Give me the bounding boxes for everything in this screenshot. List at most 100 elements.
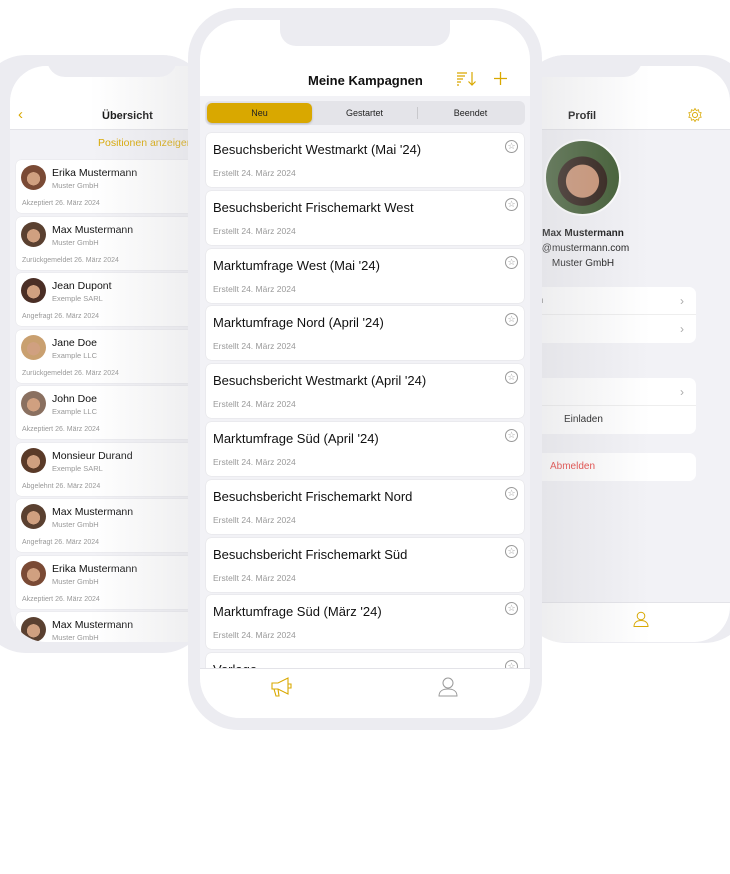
campaign-card[interactable]: Marktumfrage Süd (April '24) Erstellt 24…	[206, 422, 524, 476]
tab-bar	[530, 602, 730, 642]
avatar	[21, 221, 46, 247]
overview-screen: ‹ Übersicht Positionen anzeigen Erika Mu…	[10, 66, 208, 642]
campaign-date: Erstellt 24. März 2024	[213, 457, 296, 467]
segment-beendet[interactable]: Beendet	[418, 103, 523, 123]
favorite-star-icon[interactable]: ☆	[505, 313, 518, 327]
avatar	[21, 617, 46, 642]
participant-status: Angefragt 26. März 2024	[22, 313, 100, 320]
participant-name: Max Mustermann	[52, 223, 134, 236]
participant-company: Example LLC	[52, 407, 98, 416]
logout-group: Abmelden	[530, 453, 696, 481]
segment-gestartet[interactable]: Gestartet	[312, 103, 417, 123]
participant-status: Zurückgemeldet 26. März 2024	[22, 256, 119, 264]
campaign-title: Marktumfrage Süd (März '24)	[213, 604, 382, 620]
campaign-title: Besuchsbericht Westmarkt (Mai '24)	[213, 142, 422, 157]
participant-name: Jean Dupont	[52, 280, 112, 292]
favorite-star-icon[interactable]: ☆	[505, 371, 518, 385]
settings-row[interactable]: rn›	[530, 315, 696, 343]
show-positions-link[interactable]: Positionen anzeigen	[98, 137, 193, 149]
overview-title: Übersicht	[102, 110, 153, 122]
campaign-title: Besuchsbericht Westmarkt (April '24)	[213, 373, 427, 389]
participant-company: Muster GmbH	[52, 181, 99, 190]
participant-name: Monsieur Durand	[52, 449, 133, 462]
participant-card[interactable]: John Doe Example LLC Akzeptiert 26. März…	[16, 386, 208, 439]
campaign-card[interactable]: Besuchsbericht Frischemarkt Süd Erstellt…	[206, 537, 524, 592]
favorite-star-icon[interactable]: ☆	[505, 486, 518, 500]
notch	[280, 20, 450, 46]
participant-company: Muster GmbH	[52, 633, 99, 642]
gear-icon[interactable]	[687, 107, 703, 123]
participant-card[interactable]: Max Mustermann Muster GmbH	[16, 612, 208, 642]
participant-name: John Doe	[52, 393, 97, 405]
participant-name: Jane Doe	[52, 336, 97, 349]
participant-card[interactable]: Max Mustermann Muster GmbH Zurückgemelde…	[16, 216, 208, 270]
profile-avatar	[544, 139, 621, 216]
participant-status: Angefragt 26. März 2024	[22, 539, 100, 546]
avatar	[21, 278, 46, 303]
tab-campaigns-megaphone-icon[interactable]	[270, 676, 294, 698]
settings-row[interactable]: en›	[530, 287, 696, 315]
favorite-star-icon[interactable]: ☆	[505, 429, 518, 442]
campaign-title: Besuchsbericht Frischemarkt Süd	[213, 546, 408, 562]
team-row[interactable]: ›	[530, 378, 696, 406]
invite-button[interactable]: Einladen	[530, 406, 696, 434]
campaign-card[interactable]: Besuchsbericht Frischemarkt West Erstell…	[206, 190, 524, 245]
campaign-date: Erstellt 24. März 2024	[213, 341, 296, 352]
segment-neu[interactable]: Neu	[207, 103, 312, 123]
participant-status: Zurückgemeldet 26. März 2024	[22, 369, 119, 377]
participant-company: Muster GmbH	[52, 576, 99, 586]
logout-button[interactable]: Abmelden	[530, 453, 696, 481]
favorite-star-icon[interactable]: ☆	[505, 255, 518, 269]
participant-name: Erika Mustermann	[52, 167, 138, 179]
participant-name: Max Mustermann	[52, 619, 134, 631]
participant-card[interactable]: Max Mustermann Muster GmbH Angefragt 26.…	[16, 499, 208, 552]
campaign-card[interactable]: Marktumfrage West (Mai '24) Erstellt 24.…	[206, 248, 524, 303]
sort-icon[interactable]	[456, 71, 478, 87]
campaign-card[interactable]: Marktumfrage Süd (März '24) Erstellt 24.…	[206, 595, 524, 650]
avatar	[21, 165, 46, 190]
overview-phone: ‹ Übersicht Positionen anzeigen Erika Mu…	[0, 55, 208, 653]
favorite-star-icon[interactable]: ☆	[505, 140, 518, 153]
campaign-date: Erstellt 24. März 2024	[213, 630, 296, 641]
campaigns-phone: Meine Kampagnen Neu Gestartet Beendet Be…	[188, 8, 542, 730]
favorite-star-icon[interactable]: ☆	[505, 544, 518, 558]
back-chevron-icon[interactable]: ‹	[18, 106, 23, 123]
profile-email: x@mustermann.com	[536, 243, 630, 254]
profile-phone: Profil Max Mustermann x@mustermann.com M…	[520, 55, 730, 643]
campaign-date: Erstellt 24. März 2024	[213, 225, 296, 236]
campaign-card[interactable]: Besuchsbericht Westmarkt (Mai '24) Erste…	[206, 133, 524, 187]
participant-company: Example LLC	[52, 350, 98, 360]
campaign-title: Besuchsbericht Frischemarkt Nord	[213, 488, 413, 504]
participant-status: Abgelehnt 26. März 2024	[22, 482, 101, 490]
participant-name: Erika Mustermann	[52, 562, 138, 575]
profile-screen: Profil Max Mustermann x@mustermann.com M…	[530, 66, 730, 642]
profile-title: Profil	[568, 110, 597, 122]
tab-profile-person-icon[interactable]	[632, 610, 650, 628]
avatar	[21, 504, 46, 529]
favorite-star-icon[interactable]: ☆	[505, 602, 518, 616]
participant-status: Akzeptiert 26. März 2024	[22, 426, 100, 433]
participant-card[interactable]: Monsieur Durand Exemple SARL Abgelehnt 2…	[16, 442, 208, 496]
favorite-star-icon[interactable]: ☆	[505, 197, 518, 211]
campaign-card[interactable]: Marktumfrage Nord (April '24) Erstellt 2…	[206, 306, 524, 361]
participant-card[interactable]: Erika Mustermann Muster GmbH Akzeptiert …	[16, 555, 208, 609]
campaign-date: Erstellt 24. März 2024	[213, 514, 296, 525]
avatar	[21, 391, 46, 416]
participant-card[interactable]: Erika Mustermann Muster GmbH Akzeptiert …	[16, 160, 208, 213]
avatar	[21, 560, 46, 586]
campaign-title: Marktumfrage West (Mai '24)	[213, 257, 380, 273]
campaigns-screen: Meine Kampagnen Neu Gestartet Beendet Be…	[200, 20, 530, 718]
campaign-card[interactable]: Besuchsbericht Frischemarkt Nord Erstell…	[206, 479, 524, 534]
campaign-card[interactable]: Besuchsbericht Westmarkt (April '24) Ers…	[206, 364, 524, 419]
team-group: › Einladen	[530, 378, 696, 434]
tab-profile-person-icon[interactable]	[438, 676, 458, 698]
settings-group: en› rn›	[530, 287, 696, 343]
participant-company: Muster GmbH	[52, 520, 99, 529]
status-segmented-control: Neu Gestartet Beendet	[205, 101, 525, 125]
participant-status: Akzeptiert 26. März 2024	[22, 595, 100, 603]
participant-card[interactable]: Jane Doe Example LLC Zurückgemeldet 26. …	[16, 329, 208, 383]
participant-card[interactable]: Jean Dupont Exemple SARL Angefragt 26. M…	[16, 273, 208, 326]
participant-company: Exemple SARL	[52, 463, 103, 473]
add-icon[interactable]	[493, 71, 508, 86]
participant-company: Muster GmbH	[52, 237, 99, 247]
